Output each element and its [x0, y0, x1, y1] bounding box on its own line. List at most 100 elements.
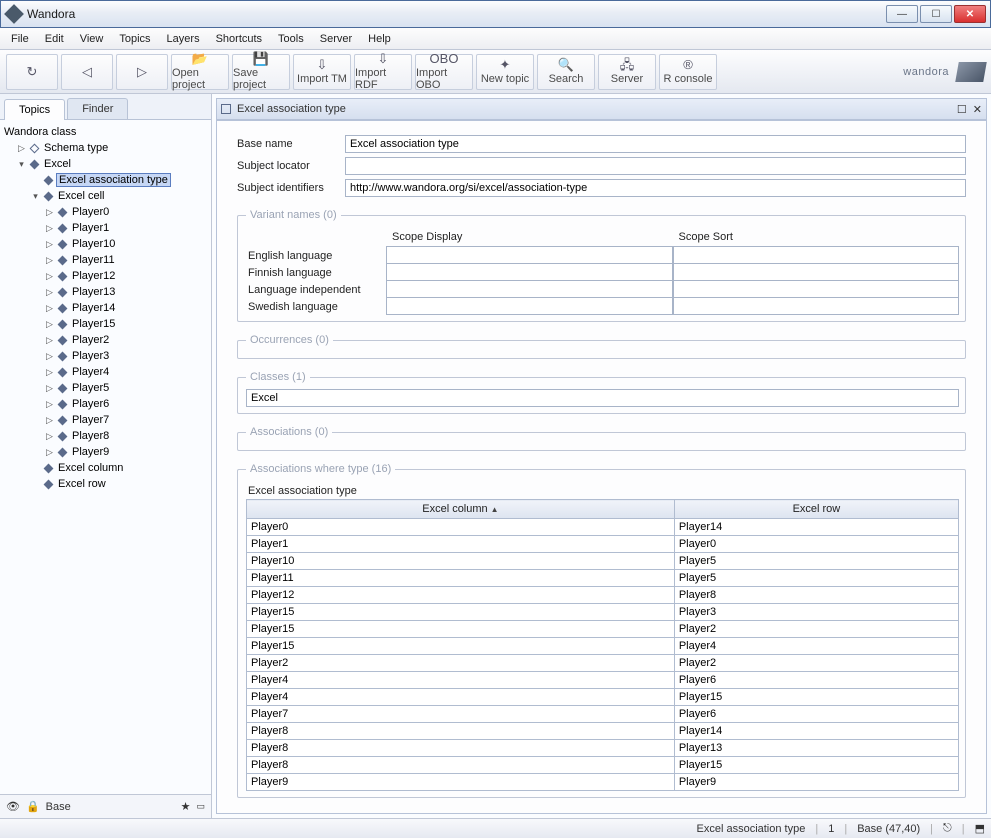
variant-sort-cell[interactable] [673, 246, 960, 264]
table-cell[interactable]: Player14 [674, 723, 958, 740]
tree-excel[interactable]: ▾Excel [2, 156, 209, 172]
table-cell[interactable]: Player8 [247, 757, 675, 774]
table-cell[interactable]: Player15 [674, 757, 958, 774]
expand-icon[interactable]: ▷ [44, 399, 55, 410]
assoc-col-1[interactable]: Excel row [674, 500, 958, 519]
toolbar-server[interactable]: 🖧Server [598, 54, 656, 90]
variant-display-cell[interactable] [386, 280, 673, 298]
assoc-col-0[interactable]: Excel column▲ [247, 500, 675, 519]
panel-max-button[interactable]: ☐ [957, 103, 967, 116]
tree-player[interactable]: ▷Player8 [2, 428, 209, 444]
table-cell[interactable]: Player4 [247, 672, 675, 689]
variant-sort-cell[interactable] [673, 263, 960, 281]
menu-server[interactable]: Server [313, 30, 359, 48]
tree-player[interactable]: ▷Player13 [2, 284, 209, 300]
tree-player[interactable]: ▷Player2 [2, 332, 209, 348]
toolbar-import-obo[interactable]: OBOImport OBO [415, 54, 473, 90]
toolbar-import-tm[interactable]: ⇩Import TM [293, 54, 351, 90]
close-button[interactable]: ✕ [954, 5, 986, 23]
expand-icon[interactable]: ▷ [44, 431, 55, 442]
table-row[interactable]: Player1Player0 [247, 536, 959, 553]
table-row[interactable]: Player10Player5 [247, 553, 959, 570]
expand-icon[interactable]: ▷ [44, 271, 55, 282]
expand-icon[interactable]: ▷ [44, 287, 55, 298]
table-row[interactable]: Player8Player14 [247, 723, 959, 740]
tree-root[interactable]: Wandora class [2, 124, 209, 140]
menu-shortcuts[interactable]: Shortcuts [209, 30, 269, 48]
tree-player[interactable]: ▷Player3 [2, 348, 209, 364]
expand-icon[interactable]: ▷ [44, 335, 55, 346]
topic-tree[interactable]: Wandora class ▷Schema type ▾Excel Excel … [0, 120, 211, 794]
table-cell[interactable]: Player0 [674, 536, 958, 553]
tree-player[interactable]: ▷Player11 [2, 252, 209, 268]
menu-help[interactable]: Help [361, 30, 398, 48]
menu-edit[interactable]: Edit [38, 30, 71, 48]
table-cell[interactable]: Player10 [247, 553, 675, 570]
lock-icon[interactable]: 🔒 [26, 800, 40, 813]
table-cell[interactable]: Player0 [247, 519, 675, 536]
table-cell[interactable]: Player6 [674, 672, 958, 689]
minimize-button[interactable]: — [886, 5, 918, 23]
expand-icon[interactable]: ▷ [16, 143, 27, 154]
subject-locator-field[interactable] [345, 157, 966, 175]
table-cell[interactable]: Player15 [247, 604, 675, 621]
toolbar-search[interactable]: 🔍Search [537, 54, 595, 90]
maximize-button[interactable]: ☐ [920, 5, 952, 23]
variant-display-cell[interactable] [386, 246, 673, 264]
tree-player[interactable]: ▷Player9 [2, 444, 209, 460]
expand-icon[interactable]: ▷ [44, 367, 55, 378]
tree-player[interactable]: ▷Player0 [2, 204, 209, 220]
variant-sort-cell[interactable] [673, 280, 960, 298]
tree-player[interactable]: ▷Player14 [2, 300, 209, 316]
expand-icon[interactable]: ▷ [44, 207, 55, 218]
table-cell[interactable]: Player1 [247, 536, 675, 553]
expand-icon[interactable]: ▷ [44, 383, 55, 394]
toolbar-r-console[interactable]: ®R console [659, 54, 717, 90]
toolbar-nav-2[interactable]: ▷ [116, 54, 168, 90]
table-cell[interactable]: Player13 [674, 740, 958, 757]
table-row[interactable]: Player15Player2 [247, 621, 959, 638]
eye-icon[interactable]: 👁 [6, 800, 20, 813]
expand-icon[interactable]: ▷ [44, 415, 55, 426]
table-cell[interactable]: Player15 [674, 689, 958, 706]
table-row[interactable]: Player12Player8 [247, 587, 959, 604]
tree-excel-row[interactable]: Excel row [2, 476, 209, 492]
menu-view[interactable]: View [73, 30, 111, 48]
tree-schema[interactable]: ▷Schema type [2, 140, 209, 156]
toolbar-import-rdf[interactable]: ⇩Import RDF [354, 54, 412, 90]
menu-file[interactable]: File [4, 30, 36, 48]
table-cell[interactable]: Player7 [247, 706, 675, 723]
expand-icon[interactable]: ▷ [44, 255, 55, 266]
subject-identifiers-field[interactable] [345, 179, 966, 197]
expand-icon[interactable]: ▷ [44, 239, 55, 250]
collapse-icon[interactable]: ▾ [30, 191, 41, 202]
tree-player[interactable]: ▷Player7 [2, 412, 209, 428]
table-cell[interactable]: Player2 [674, 621, 958, 638]
table-cell[interactable]: Player11 [247, 570, 675, 587]
table-cell[interactable]: Player5 [674, 570, 958, 587]
status-icon-1[interactable]: ⎋ [943, 822, 952, 835]
table-cell[interactable]: Player8 [247, 740, 675, 757]
expand-icon[interactable]: ▷ [44, 447, 55, 458]
table-cell[interactable]: Player4 [674, 638, 958, 655]
tree-excel-cell[interactable]: ▾Excel cell [2, 188, 209, 204]
status-icon-2[interactable]: ⬒ [975, 822, 985, 835]
variant-sort-cell[interactable] [673, 297, 960, 315]
table-row[interactable]: Player8Player15 [247, 757, 959, 774]
panel-close-button[interactable]: ✕ [973, 103, 982, 116]
tree-player[interactable]: ▷Player12 [2, 268, 209, 284]
toolbar-open-project[interactable]: 📂Open project [171, 54, 229, 90]
table-cell[interactable]: Player2 [247, 655, 675, 672]
table-row[interactable]: Player4Player6 [247, 672, 959, 689]
class-value[interactable]: Excel [246, 389, 959, 407]
expand-icon[interactable]: ▷ [44, 303, 55, 314]
table-cell[interactable]: Player15 [247, 638, 675, 655]
table-cell[interactable]: Player9 [674, 774, 958, 791]
table-row[interactable]: Player15Player4 [247, 638, 959, 655]
tab-finder[interactable]: Finder [67, 98, 128, 119]
star-icon[interactable]: ★ [181, 800, 191, 813]
menu-topics[interactable]: Topics [112, 30, 157, 48]
table-row[interactable]: Player9Player9 [247, 774, 959, 791]
table-cell[interactable]: Player5 [674, 553, 958, 570]
menu-tools[interactable]: Tools [271, 30, 311, 48]
